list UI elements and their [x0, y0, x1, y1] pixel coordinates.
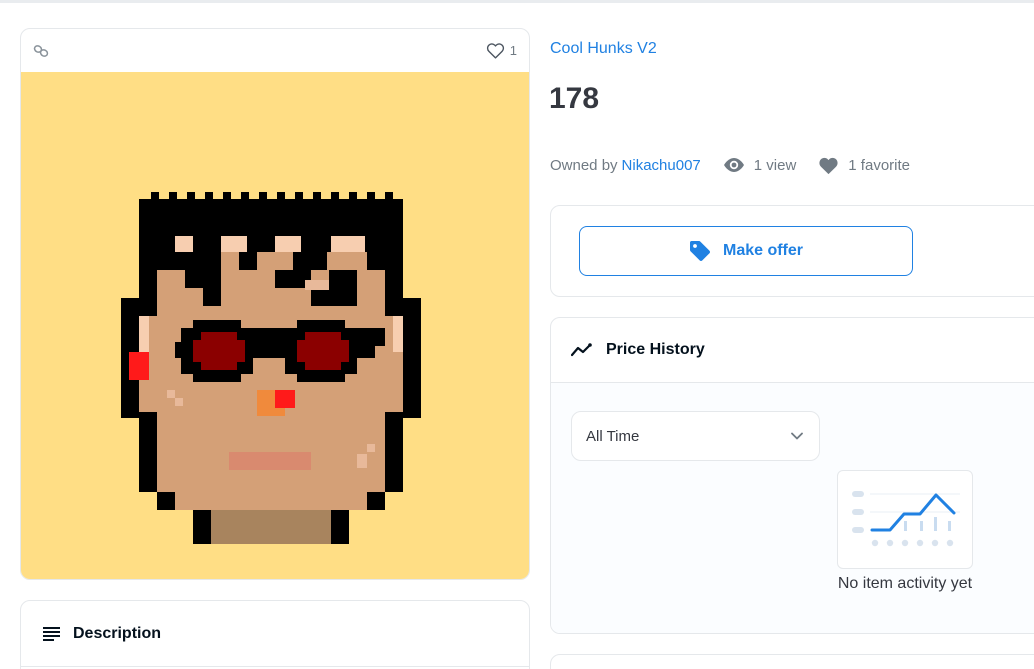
owner-link[interactable]: Nikachu007: [622, 157, 701, 174]
make-offer-label: Make offer: [722, 242, 804, 259]
pixel-hunk-artwork: [121, 192, 421, 544]
chevron-down-icon: [791, 432, 803, 440]
favorite-count: 1: [509, 43, 517, 58]
favorites-stat: 1 favorite: [818, 156, 910, 175]
trend-line-icon: [571, 343, 592, 357]
favorites-count: 1 favorite: [848, 156, 910, 174]
empty-chart-illustration: [837, 470, 973, 569]
tag-icon: [689, 241, 711, 262]
description-card: Description: [20, 600, 530, 669]
offer-card: Make offer: [550, 205, 1034, 297]
views-count: 1 view: [753, 156, 797, 174]
make-offer-button[interactable]: Make offer: [579, 226, 913, 276]
heart-outline-icon: [486, 43, 504, 59]
owned-by-label: Owned by: [550, 156, 618, 174]
empty-activity-text: No item activity yet: [837, 575, 973, 592]
eye-icon: [723, 158, 744, 172]
nft-artwork[interactable]: [21, 72, 529, 579]
price-history-header[interactable]: Price History: [551, 318, 1034, 383]
list-lines-icon: [43, 626, 60, 641]
collection-link[interactable]: Cool Hunks V2: [550, 40, 657, 58]
heart-filled-icon: [819, 157, 838, 174]
next-panel-card: [550, 654, 1034, 669]
nft-image-card: 1: [20, 28, 530, 580]
description-header[interactable]: Description: [21, 601, 529, 667]
description-title: Description: [73, 624, 162, 642]
favorite-button[interactable]: 1: [486, 42, 517, 59]
top-divider: [0, 0, 1034, 3]
time-range-select[interactable]: All Time: [571, 411, 820, 461]
price-history-title: Price History: [606, 341, 705, 358]
item-title: 178: [549, 82, 600, 115]
empty-chart-icon: [852, 491, 960, 547]
time-range-value: All Time: [586, 427, 640, 445]
price-history-card: Price History All Time No item activity …: [550, 317, 1034, 634]
views-stat: 1 view: [723, 156, 797, 174]
chain-link-icon[interactable]: [33, 42, 51, 60]
owner-row: Owned by Nikachu007 1 view 1 favorite: [550, 154, 910, 176]
nft-card-header: 1: [21, 29, 529, 72]
price-history-body: All Time No item activity yet: [551, 383, 1034, 633]
